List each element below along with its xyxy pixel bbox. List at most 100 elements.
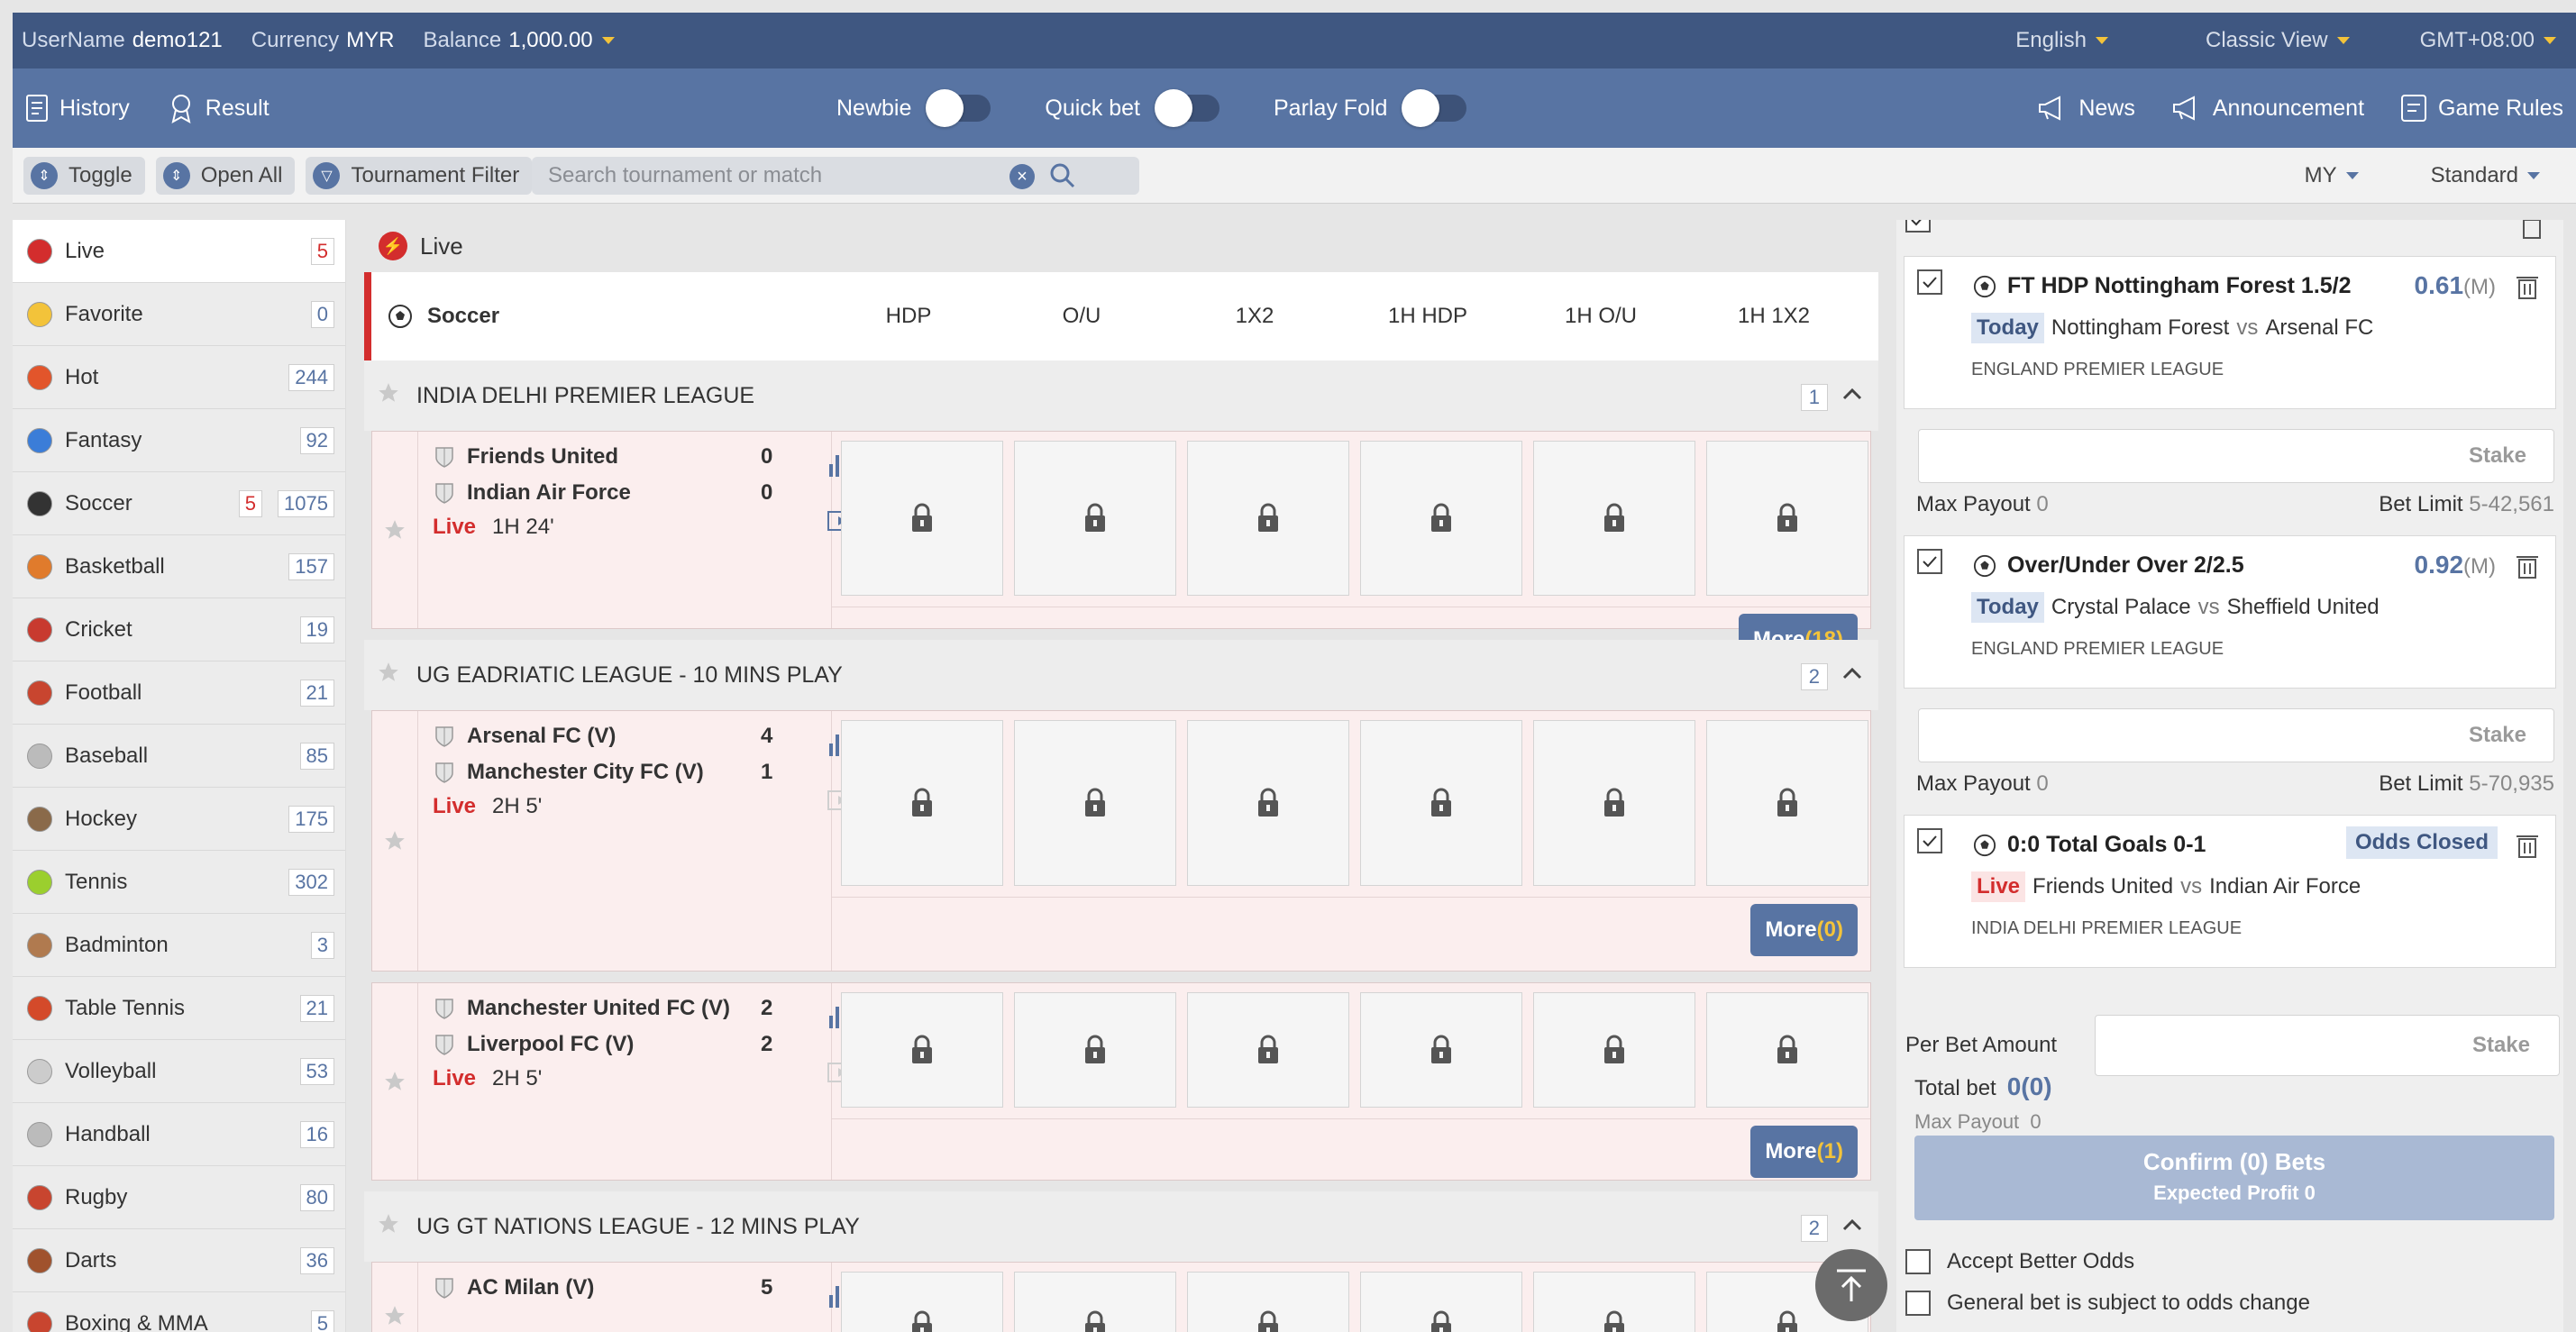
balance-dropdown[interactable]: Balance 1,000.00 (423, 28, 615, 53)
home-score: 5 (761, 1275, 773, 1300)
per-bet-row: Per Bet Amount Stake (1905, 1009, 2563, 1081)
match-row: AC Milan (V) 5 (371, 1262, 1871, 1332)
column-1h-ou: 1H O/U (1564, 304, 1637, 328)
result-button[interactable]: Result (168, 93, 269, 123)
clear-icon[interactable]: × (1009, 164, 1035, 189)
sidebar-item-hockey[interactable]: Hockey 175 (13, 788, 345, 851)
count-badge: 5 (310, 238, 334, 265)
stake-input[interactable]: Stake (1918, 429, 2554, 483)
trash-icon[interactable] (2516, 552, 2539, 579)
search-icon[interactable] (1049, 162, 1076, 189)
league-header[interactable]: UG GT NATIONS LEAGUE - 12 MINS PLAY 2 (364, 1191, 1878, 1262)
count-badge: 92 (299, 427, 334, 454)
sidebar-item-label: Badminton (65, 932, 169, 957)
general-bet-option[interactable]: General bet is subject to odds change (1905, 1291, 2310, 1316)
view-dropdown[interactable]: Classic View (2206, 28, 2350, 53)
sports-sidebar: Live 5 Favorite 0 Hot 244 Fantasy 92 Soccer 5 1075… (13, 220, 346, 1332)
locked-odds-cell (1187, 720, 1349, 886)
favorite-star-icon[interactable] (383, 1304, 406, 1327)
sidebar-item-basketball[interactable]: Basketball 157 (13, 535, 345, 598)
market-type-dropdown[interactable]: Standard (2431, 163, 2540, 188)
match-teams: Manchester United FC (V) 2 Liverpool FC (V… (417, 983, 854, 1180)
odds-format-dropdown[interactable]: MY (2305, 163, 2359, 188)
accept-better-odds-checkbox[interactable] (1905, 1249, 1931, 1274)
more-markets-button[interactable]: More (0) (1750, 904, 1858, 956)
tournament-filter-button[interactable]: ▽ Tournament Filter (306, 156, 533, 195)
sidebar-item-live[interactable]: Live 5 (13, 220, 345, 283)
more-markets-button[interactable]: More (1) (1750, 1126, 1858, 1178)
stake-input[interactable]: Stake (1918, 708, 2554, 762)
accept-better-odds-option[interactable]: Accept Better Odds (1905, 1249, 2134, 1274)
chevron-up-icon[interactable] (1842, 667, 1862, 680)
sidebar-item-hot[interactable]: Hot 244 (13, 346, 345, 409)
open-all-button[interactable]: ⇕ Open All (155, 156, 296, 195)
count-badge: 36 (299, 1247, 334, 1274)
sidebar-item-badminton[interactable]: Badminton 3 (13, 914, 345, 977)
locked-odds-cell (1014, 441, 1176, 596)
favorite-star-icon[interactable] (383, 829, 406, 853)
lock-icon (1258, 503, 1278, 532)
scroll-to-top-button[interactable] (1815, 1249, 1887, 1321)
sidebar-item-volleyball[interactable]: Volleyball 53 (13, 1040, 345, 1103)
confirm-bets-button[interactable]: Confirm (0) Bets Expected Profit 0 (1914, 1136, 2554, 1220)
sidebar-item-favorite[interactable]: Favorite 0 (13, 283, 345, 346)
sidebar-item-label: Fantasy (65, 427, 142, 452)
sidebar-item-cricket[interactable]: Cricket 19 (13, 598, 345, 661)
sidebar-item-handball[interactable]: Handball 16 (13, 1103, 345, 1166)
column-1h-hdp: 1H HDP (1387, 304, 1468, 328)
timezone-dropdown[interactable]: GMT+08:00 (2420, 28, 2556, 53)
bet-checkbox[interactable] (1917, 549, 1942, 574)
chevron-up-icon[interactable] (1842, 1218, 1862, 1231)
locked-odds-cell (1706, 720, 1868, 886)
star-icon (27, 301, 52, 327)
bet-checkbox[interactable] (1917, 269, 1942, 295)
favorite-star-icon[interactable] (377, 1212, 400, 1236)
lock-icon (1604, 503, 1624, 532)
per-bet-stake-input[interactable]: Stake (2095, 1015, 2560, 1076)
toggle-button[interactable]: ⇕ Toggle (23, 156, 145, 195)
sidebar-item-baseball[interactable]: Baseball 85 (13, 725, 345, 788)
favorite-star-icon[interactable] (377, 381, 400, 405)
locked-odds-cell (1187, 992, 1349, 1108)
filter-icon: ▽ (313, 161, 341, 189)
game-rules-button[interactable]: Game Rules (2400, 94, 2563, 123)
bet-card: Over/Under Over 2/2.5 0.92(M) Today Cryst… (1904, 535, 2556, 689)
news-button[interactable]: News (2037, 96, 2135, 122)
newbie-toggle[interactable] (926, 89, 991, 127)
search-input[interactable] (548, 163, 999, 188)
league-header[interactable]: UG EADRIATIC LEAGUE - 10 MINS PLAY 2 (364, 640, 1878, 710)
bet-odds: 0.61(M) (2414, 271, 2496, 299)
lock-icon (1431, 1035, 1451, 1063)
sidebar-item-label: Favorite (65, 301, 143, 326)
favorite-star-icon[interactable] (377, 661, 400, 684)
sidebar-item-soccer[interactable]: Soccer 5 1075 (13, 472, 345, 535)
parlay-fold-toggle[interactable] (1402, 89, 1467, 127)
announcement-button[interactable]: Announcement (2171, 96, 2364, 122)
sidebar-item-boxing-mma[interactable]: Boxing & MMA 5 (13, 1292, 345, 1332)
history-button[interactable]: History (25, 94, 130, 123)
sidebar-item-table-tennis[interactable]: Table Tennis 21 (13, 977, 345, 1040)
sidebar-item-football[interactable]: Football 21 (13, 661, 345, 725)
team-logo-icon (435, 447, 453, 468)
trash-icon[interactable] (2520, 220, 2544, 240)
league-header[interactable]: INDIA DELHI PREMIER LEAGUE 1 (364, 360, 1878, 431)
language-dropdown[interactable]: English (2015, 28, 2108, 53)
sidebar-item-fantasy[interactable]: Fantasy 92 (13, 409, 345, 472)
general-bet-checkbox[interactable] (1905, 1291, 1931, 1316)
favorite-star-icon[interactable] (383, 1070, 406, 1093)
sidebar-item-rugby[interactable]: Rugby 80 (13, 1166, 345, 1229)
quick-bet-toggle[interactable] (1154, 89, 1219, 127)
bet-checkbox[interactable] (1917, 828, 1942, 853)
trash-icon[interactable] (2516, 273, 2539, 300)
lock-icon (1258, 1035, 1278, 1063)
trash-icon[interactable] (2516, 832, 2539, 859)
away-score: 1 (761, 760, 773, 784)
sidebar-item-darts[interactable]: Darts 36 (13, 1229, 345, 1292)
sidebar-item-tennis[interactable]: Tennis 302 (13, 851, 345, 914)
select-all-checkbox[interactable] (1905, 220, 1931, 233)
favorite-star-icon[interactable] (383, 518, 406, 542)
sidebar-item-label: Football (65, 680, 142, 705)
chevron-down-icon (2345, 172, 2359, 179)
megaphone-icon (2039, 96, 2061, 121)
chevron-up-icon[interactable] (1842, 388, 1862, 400)
